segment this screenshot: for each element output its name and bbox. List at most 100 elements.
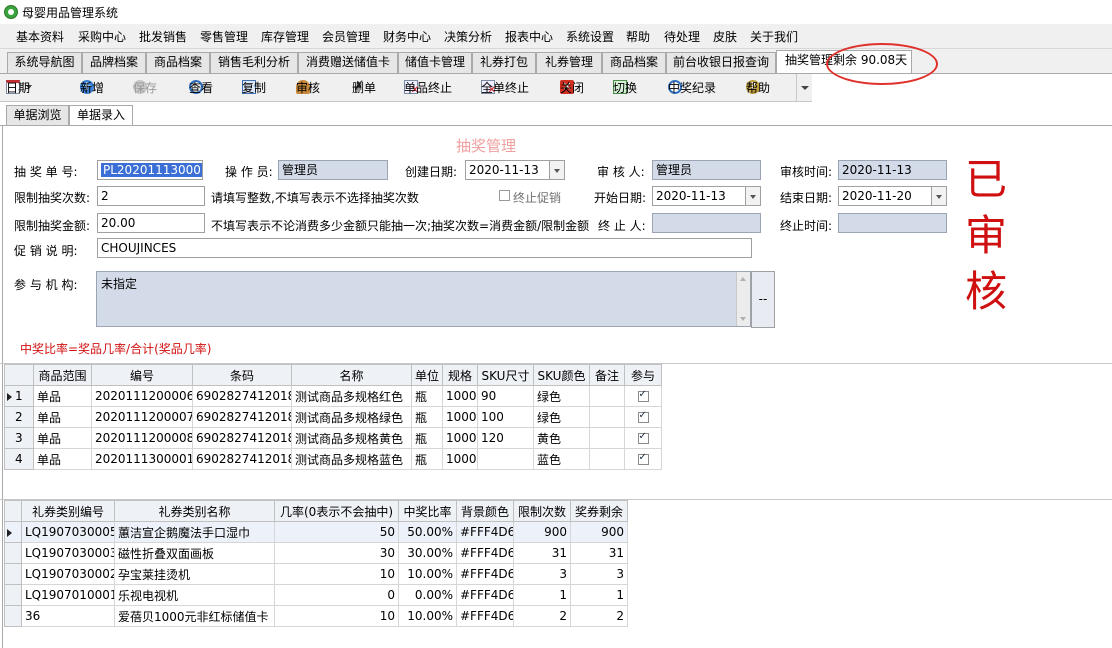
tab-product[interactable]: 商品档案 — [146, 52, 210, 73]
cell-note[interactable] — [589, 427, 625, 449]
col-limit[interactable]: 限制次数 — [513, 500, 571, 522]
cell-barcode[interactable]: 6902827412018 — [192, 448, 292, 470]
cell-limit[interactable]: 31 — [513, 542, 571, 564]
operator-field[interactable]: 管理员 — [278, 160, 388, 180]
row-indicator[interactable]: 1 — [4, 385, 34, 407]
row-indicator[interactable] — [4, 605, 22, 627]
view-button[interactable]: 查看 — [189, 80, 213, 95]
cell-sku-color[interactable]: 绿色 — [533, 406, 590, 428]
org-select-button[interactable]: -- — [751, 271, 775, 328]
start-date-field[interactable]: 2020-11-13 — [652, 186, 746, 206]
tab-gross-margin[interactable]: 销售毛利分析 — [210, 52, 298, 73]
menu-pending[interactable]: 待处理 — [664, 28, 700, 45]
cell-barcode[interactable]: 6902827412018 — [192, 427, 292, 449]
col-spec[interactable]: 规格 — [442, 364, 478, 386]
limit-times-field[interactable]: 2 — [97, 186, 205, 206]
cell-note[interactable] — [589, 448, 625, 470]
table-row[interactable]: 3 单品 2020111200008 6902827412018 测试商品多规格… — [4, 427, 662, 449]
tab-stored-card[interactable]: 储值卡管理 — [398, 52, 472, 73]
audit-time-field[interactable]: 2020-11-13 — [838, 160, 947, 180]
cell-barcode[interactable]: 6902827412018 — [192, 385, 292, 407]
menu-member[interactable]: 会员管理 — [322, 28, 370, 45]
cell-bg-color[interactable]: #FFF4D6 — [456, 542, 514, 564]
org-scrollbar[interactable] — [736, 272, 750, 326]
cell-unit[interactable]: 瓶 — [411, 406, 443, 428]
cell-note[interactable] — [589, 385, 625, 407]
cell-code[interactable]: 2020111200007 — [91, 406, 193, 428]
cell-spec[interactable]: 1000 — [442, 427, 478, 449]
cell-coupon-name[interactable]: 爱蓓贝1000元非红标储值卡 — [114, 605, 275, 627]
col-coupon-code[interactable]: 礼券类别编号 — [21, 500, 115, 522]
cell-unit[interactable]: 瓶 — [411, 385, 443, 407]
cell-join[interactable] — [624, 406, 662, 428]
row-indicator[interactable]: 4 — [4, 448, 34, 470]
cell-remaining[interactable]: 2 — [570, 605, 628, 627]
win-record-button[interactable]: 中奖纪录 — [668, 80, 716, 95]
join-checkbox[interactable] — [637, 431, 649, 444]
cell-join[interactable] — [624, 427, 662, 449]
join-checkbox[interactable] — [637, 452, 649, 465]
end-date-dropdown[interactable] — [931, 186, 947, 206]
table-row[interactable]: LQ1907030003 磁性折叠双面画板 30 30.00% #FFF4D6 … — [4, 542, 628, 564]
cell-win-ratio[interactable]: 0.00% — [398, 584, 457, 606]
cell-spec[interactable]: 1000 — [442, 406, 478, 428]
menu-reports[interactable]: 报表中心 — [505, 28, 553, 45]
cell-name[interactable]: 测试商品多规格蓝色 — [291, 448, 412, 470]
cell-scope[interactable]: 单品 — [33, 427, 92, 449]
table-row[interactable]: LQ1907010001 乐视电视机 0 0.00% #FFF4D6 1 1 — [4, 584, 628, 606]
cell-limit[interactable]: 1 — [513, 584, 571, 606]
cell-sku-size[interactable]: 100 — [477, 406, 534, 428]
tab-entry[interactable]: 单据录入 — [69, 105, 133, 126]
stopper-field[interactable] — [652, 213, 761, 233]
col-sku-size[interactable]: SKU尺寸 — [477, 364, 534, 386]
toolbar-overflow-button[interactable] — [796, 74, 812, 101]
cell-limit[interactable]: 2 — [513, 605, 571, 627]
cell-spec[interactable]: 1000 — [442, 385, 478, 407]
cell-scope[interactable]: 单品 — [33, 448, 92, 470]
cell-win-ratio[interactable]: 10.00% — [398, 563, 457, 585]
menu-help[interactable]: 帮助 — [626, 28, 650, 45]
add-button[interactable]: + 新增 — [80, 80, 104, 95]
col-barcode[interactable]: 条码 — [192, 364, 292, 386]
stop-time-field[interactable] — [838, 213, 947, 233]
cell-limit[interactable]: 900 — [513, 521, 571, 543]
date-button[interactable]: 日期 — [6, 80, 32, 95]
col-code[interactable]: 编号 — [91, 364, 193, 386]
cell-unit[interactable]: 瓶 — [411, 448, 443, 470]
col-note[interactable]: 备注 — [589, 364, 625, 386]
cell-scope[interactable]: 单品 — [33, 406, 92, 428]
auditor-field[interactable]: 管理员 — [652, 160, 761, 180]
cell-join[interactable] — [624, 448, 662, 470]
tab-browse[interactable]: 单据浏览 — [6, 105, 69, 126]
delete-button[interactable]: ✗ 删单 — [352, 80, 376, 95]
tab-nav-map[interactable]: 系统导航图 — [7, 52, 82, 73]
cell-join[interactable] — [624, 385, 662, 407]
menu-basic-data[interactable]: 基本资料 — [16, 28, 64, 45]
cell-win-ratio[interactable]: 10.00% — [398, 605, 457, 627]
end-all-button[interactable]: ✕ 全单终止 — [481, 80, 529, 96]
cell-sku-color[interactable]: 绿色 — [533, 385, 590, 407]
menu-wholesale[interactable]: 批发销售 — [139, 28, 187, 45]
cell-name[interactable]: 测试商品多规格红色 — [291, 385, 412, 407]
col-join[interactable]: 参与 — [624, 364, 662, 386]
table-row[interactable]: LQ1907030002 孕宝莱挂烫机 10 10.00% #FFF4D6 3 … — [4, 563, 628, 585]
menu-purchase[interactable]: 采购中心 — [78, 28, 126, 45]
cell-remaining[interactable]: 31 — [570, 542, 628, 564]
table-row[interactable]: 2 单品 2020111200007 6902827412018 测试商品多规格… — [4, 406, 662, 428]
menu-finance[interactable]: 财务中心 — [383, 28, 431, 45]
cell-probability[interactable]: 30 — [274, 542, 399, 564]
cell-bg-color[interactable]: #FFF4D6 — [456, 521, 514, 543]
row-indicator[interactable]: 2 — [4, 406, 34, 428]
menu-inventory[interactable]: 库存管理 — [261, 28, 309, 45]
cell-sku-color[interactable]: 黄色 — [533, 427, 590, 449]
start-date-dropdown[interactable] — [745, 186, 761, 206]
cell-coupon-name[interactable]: 磁性折叠双面画板 — [114, 542, 275, 564]
cell-code[interactable]: 2020111200008 — [91, 427, 193, 449]
cell-remaining[interactable]: 1 — [570, 584, 628, 606]
tab-gift-stored-card[interactable]: 消费赠送储值卡 — [298, 52, 398, 73]
promo-desc-field[interactable]: CHOUJINCES — [97, 238, 752, 258]
cell-code[interactable]: 2020111300001 — [91, 448, 193, 470]
created-date-field[interactable]: 2020-11-13 — [465, 160, 550, 180]
created-date-dropdown[interactable] — [549, 160, 565, 180]
menu-retail[interactable]: 零售管理 — [200, 28, 248, 45]
